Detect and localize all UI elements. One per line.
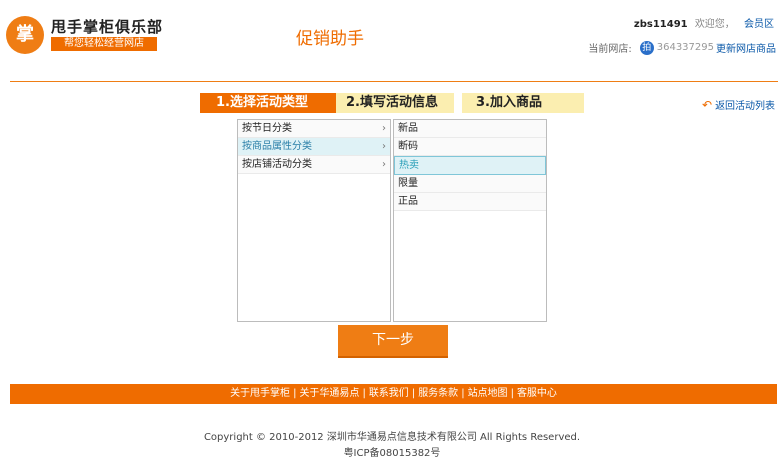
step-3: 3.加入商品 [462, 93, 584, 113]
list-item-label: 热卖 [399, 160, 419, 171]
list-item[interactable]: 按店铺活动分类 › [238, 156, 390, 174]
list-item-label: 正品 [398, 196, 418, 207]
footer-link-about[interactable]: 关于甩手掌柜 [230, 388, 290, 399]
footer-separator: | [461, 388, 465, 399]
back-to-list-link[interactable]: ↶ 返回活动列表 [702, 97, 776, 113]
list-item-label: 断码 [398, 141, 418, 152]
user-info: zbs11491 欢迎您， 会员区 [634, 15, 774, 30]
chevron-right-icon: › [382, 123, 386, 134]
icp-text: 粤ICP备08015382号 [343, 448, 441, 459]
list-item[interactable]: 新品 [394, 120, 546, 138]
footer-link-support[interactable]: 客服中心 [517, 388, 557, 399]
footer-link-terms[interactable]: 服务条款 [418, 388, 458, 399]
list-item-label: 按店铺活动分类 [242, 159, 312, 170]
footer-separator: | [411, 388, 416, 399]
list-item-label: 新品 [398, 123, 418, 134]
step-1: 1.选择活动类型 [200, 93, 336, 113]
list-item-label: 限量 [398, 178, 418, 189]
list-item[interactable]: 按节日分类 › [238, 120, 390, 138]
list-item[interactable]: 限量 [394, 175, 546, 193]
chevron-right-icon: › [382, 159, 386, 170]
store-info: 当前网店: 拍 364337295 更新网店商品 [588, 40, 776, 55]
chevron-right-icon: › [382, 141, 386, 152]
page-title: 促销助手 [296, 29, 364, 49]
step-indicator: 1.选择活动类型 2.填写活动信息 3.加入商品 [200, 93, 586, 113]
username: zbs11491 [633, 19, 688, 30]
logo-subtitle: 帮您轻松经营网店 [51, 37, 157, 51]
list-item[interactable]: 按商品属性分类 › [238, 138, 390, 156]
store-label: 当前网店: [588, 44, 632, 55]
list-item[interactable]: 热卖 [394, 156, 546, 175]
back-arrow-icon: ↶ [702, 97, 713, 112]
welcome-text: 欢迎您， [694, 19, 735, 30]
copyright-text: Copyright © 2010-2012 深圳市华通易点信息技术有限公司 Al… [203, 432, 581, 443]
header-divider [10, 81, 778, 82]
category-list: 按节日分类 › 按商品属性分类 › 按店铺活动分类 › [237, 119, 391, 322]
next-step-button[interactable]: 下一步 [338, 325, 448, 358]
footer-separator: | [362, 388, 366, 399]
back-link-label: 返回活动列表 [715, 101, 776, 112]
store-id: 364337295 [656, 42, 714, 53]
list-item-label: 按商品属性分类 [242, 141, 312, 152]
footer-link-sitemap[interactable]: 站点地图 [468, 388, 508, 399]
footer-link-company[interactable]: 关于华通易点 [299, 388, 359, 399]
header: 掌 甩手掌柜俱乐部 帮您轻松经营网店 促销助手 zbs11491 欢迎您， 会员… [0, 0, 784, 82]
footer-separator: | [293, 388, 297, 399]
footer-links: 关于甩手掌柜 | 关于华通易点 | 联系我们 | 服务条款 | 站点地图 | 客服中心 [10, 384, 777, 404]
refresh-store-link[interactable]: 更新网店商品 [716, 40, 776, 55]
step-2: 2.填写活动信息 [336, 93, 454, 113]
list-item[interactable]: 正品 [394, 193, 546, 211]
list-item[interactable]: 断码 [394, 138, 546, 156]
subcategory-list: 新品 断码 热卖 限量 正品 [393, 119, 547, 322]
store-platform-icon: 拍 [639, 40, 654, 55]
footer-link-contact[interactable]: 联系我们 [369, 388, 409, 399]
logo-icon[interactable]: 掌 [6, 16, 44, 54]
member-area-link[interactable]: 会员区 [744, 19, 774, 30]
footer-separator: | [510, 388, 514, 399]
list-item-label: 按节日分类 [242, 123, 292, 134]
logo-title[interactable]: 甩手掌柜俱乐部 [51, 16, 163, 37]
